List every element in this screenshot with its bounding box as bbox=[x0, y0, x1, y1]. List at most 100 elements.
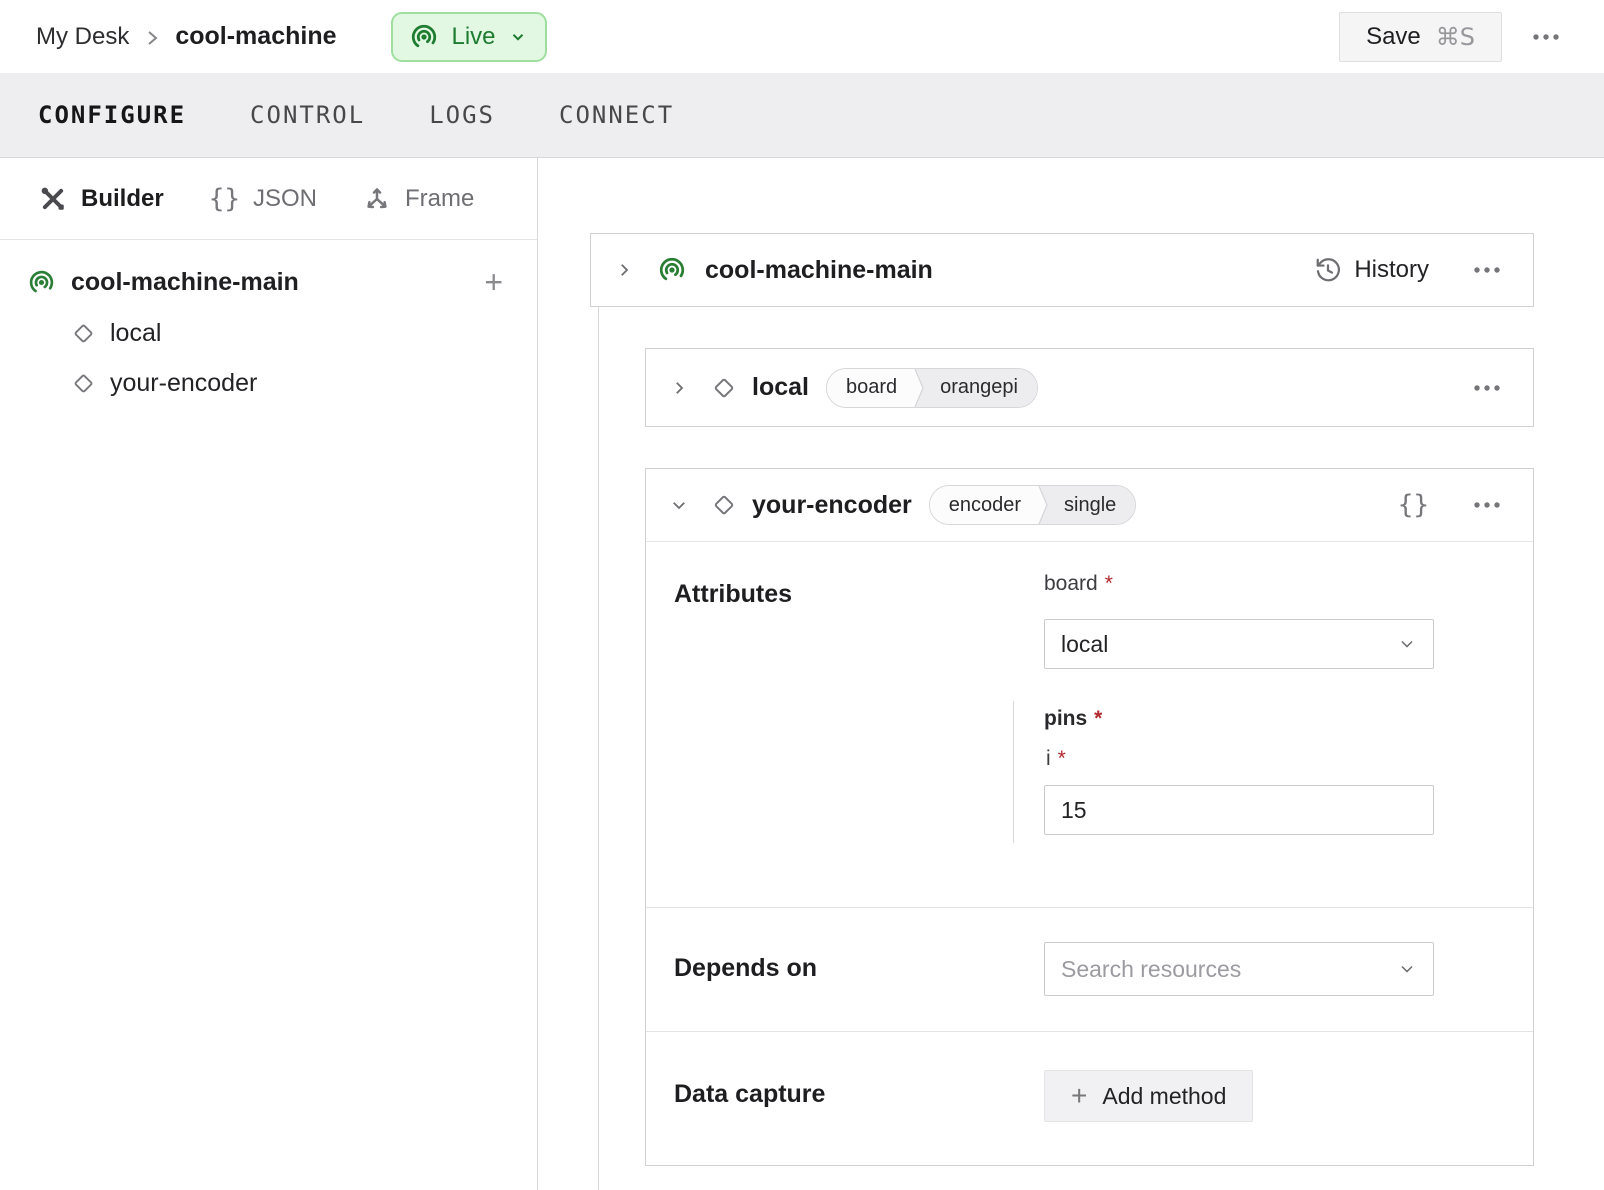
badge-model: single bbox=[1050, 486, 1135, 524]
badge-separator bbox=[1037, 486, 1050, 524]
live-label: Live bbox=[452, 23, 496, 51]
tree-item-label: your-encoder bbox=[110, 369, 257, 398]
pins-group-label: pins* bbox=[1044, 707, 1102, 731]
local-board-menu-button[interactable] bbox=[1465, 376, 1509, 400]
view-json-config-button[interactable]: {} bbox=[1398, 490, 1429, 520]
view-builder[interactable]: Builder bbox=[38, 184, 164, 214]
encoder-card: your-encoder encoder single {} Attribute… bbox=[645, 468, 1534, 1166]
machine-part-card: cool-machine-main History bbox=[590, 233, 1534, 307]
tree-item-label: local bbox=[110, 319, 161, 348]
badge-model: orangepi bbox=[926, 369, 1037, 407]
expand-card-button[interactable] bbox=[611, 257, 637, 283]
broadcast-icon bbox=[657, 255, 687, 285]
breadcrumb-location[interactable]: My Desk bbox=[36, 23, 129, 51]
chevron-right-icon bbox=[670, 379, 688, 397]
chevron-right-icon bbox=[615, 261, 633, 279]
tree-item-your-encoder[interactable]: your-encoder bbox=[70, 369, 503, 398]
local-board-title: local bbox=[752, 373, 809, 402]
i-pin-input[interactable] bbox=[1044, 785, 1434, 835]
chevron-down-icon bbox=[1397, 634, 1417, 654]
component-diamond-icon bbox=[70, 370, 97, 397]
encoder-title: your-encoder bbox=[752, 491, 912, 520]
required-marker: * bbox=[1058, 747, 1066, 770]
save-shortcut: ⌘S bbox=[1436, 23, 1475, 51]
add-method-button[interactable]: + Add method bbox=[1044, 1070, 1253, 1122]
expand-card-button[interactable] bbox=[666, 375, 692, 401]
resource-tree: cool-machine-main + local your-encoder bbox=[0, 240, 537, 398]
i-field-label: i* bbox=[1046, 747, 1066, 771]
depends-on-placeholder: Search resources bbox=[1061, 956, 1241, 983]
local-board-card: local board orangepi bbox=[645, 348, 1534, 427]
view-json[interactable]: {} JSON bbox=[209, 184, 317, 214]
braces-icon: {} bbox=[209, 184, 240, 214]
machine-part-menu-button[interactable] bbox=[1465, 258, 1509, 282]
save-button[interactable]: Save ⌘S bbox=[1339, 12, 1502, 62]
attributes-heading: Attributes bbox=[674, 580, 792, 609]
broadcast-icon bbox=[409, 22, 439, 52]
app-header: My Desk cool-machine Live Save ⌘S bbox=[0, 0, 1604, 73]
encoder-card-header: your-encoder encoder single {} bbox=[646, 469, 1533, 542]
depends-on-select[interactable]: Search resources bbox=[1044, 942, 1434, 996]
badge-type: board bbox=[827, 369, 913, 407]
view-frame-label: Frame bbox=[405, 185, 474, 213]
tab-connect[interactable]: CONNECT bbox=[559, 101, 674, 129]
tab-logs[interactable]: LOGS bbox=[429, 101, 495, 129]
encoder-menu-button[interactable] bbox=[1465, 493, 1509, 517]
tab-control[interactable]: CONTROL bbox=[250, 101, 365, 129]
view-builder-label: Builder bbox=[81, 185, 164, 213]
required-marker: * bbox=[1105, 572, 1113, 595]
tree-item-label: cool-machine-main bbox=[71, 268, 299, 297]
chevron-down-icon bbox=[1397, 959, 1417, 979]
tab-configure[interactable]: CONFIGURE bbox=[38, 101, 186, 129]
breadcrumb-machine-name: cool-machine bbox=[175, 22, 336, 51]
board-select[interactable]: local bbox=[1044, 619, 1434, 669]
collapse-card-button[interactable] bbox=[666, 492, 692, 518]
save-label: Save bbox=[1366, 23, 1421, 51]
badge-separator bbox=[913, 369, 926, 407]
tree-item-machine-part[interactable]: cool-machine-main + bbox=[27, 266, 503, 298]
history-label: History bbox=[1354, 256, 1429, 284]
live-status-dropdown[interactable]: Live bbox=[391, 12, 547, 62]
add-component-button[interactable]: + bbox=[484, 266, 503, 298]
depends-on-heading: Depends on bbox=[674, 954, 817, 983]
config-sidebar: Builder {} JSON Frame bbox=[0, 158, 538, 1190]
plus-icon: + bbox=[1071, 1082, 1087, 1110]
resource-type-badge: encoder single bbox=[929, 485, 1137, 525]
history-clock-icon bbox=[1314, 256, 1342, 284]
component-diamond-icon bbox=[710, 491, 738, 519]
chevron-down-icon bbox=[670, 496, 688, 514]
chevron-down-icon bbox=[509, 28, 527, 46]
required-marker: * bbox=[1094, 707, 1102, 730]
machine-tabs: CONFIGURE CONTROL LOGS CONNECT bbox=[0, 73, 1604, 158]
data-capture-heading: Data capture bbox=[674, 1080, 825, 1109]
view-json-label: JSON bbox=[253, 185, 317, 213]
tools-icon bbox=[38, 184, 68, 214]
ellipsis-icon bbox=[1473, 501, 1501, 509]
pins-group-rule bbox=[1013, 701, 1014, 843]
depends-on-section: Depends on Search resources bbox=[646, 908, 1533, 1032]
ellipsis-icon bbox=[1532, 33, 1560, 41]
view-frame[interactable]: Frame bbox=[362, 184, 474, 214]
component-diamond-icon bbox=[710, 374, 738, 402]
badge-type: encoder bbox=[930, 486, 1037, 524]
board-field-label: board* bbox=[1044, 572, 1113, 596]
header-overflow-menu-button[interactable] bbox=[1524, 25, 1568, 49]
tree-item-local[interactable]: local bbox=[70, 319, 503, 348]
machine-configure-page: My Desk cool-machine Live Save ⌘S CONFIG… bbox=[0, 0, 1604, 1190]
add-method-label: Add method bbox=[1102, 1083, 1226, 1110]
machine-part-card-header: cool-machine-main History bbox=[591, 234, 1533, 306]
ellipsis-icon bbox=[1473, 384, 1501, 392]
ellipsis-icon bbox=[1473, 266, 1501, 274]
frame-axes-icon bbox=[362, 184, 392, 214]
resource-type-badge: board orangepi bbox=[826, 368, 1038, 408]
history-button[interactable]: History bbox=[1314, 256, 1429, 284]
board-select-value: local bbox=[1061, 631, 1108, 658]
config-main-panel: cool-machine-main History bbox=[538, 158, 1604, 1190]
broadcast-icon bbox=[27, 268, 56, 297]
tree-connector-line bbox=[598, 307, 599, 1190]
data-capture-section: Data capture + Add method bbox=[646, 1032, 1533, 1166]
local-board-card-header: local board orangepi bbox=[646, 349, 1533, 426]
component-diamond-icon bbox=[70, 320, 97, 347]
attributes-section: Attributes board* local pins* i* bbox=[646, 542, 1533, 908]
machine-part-title: cool-machine-main bbox=[705, 256, 933, 285]
